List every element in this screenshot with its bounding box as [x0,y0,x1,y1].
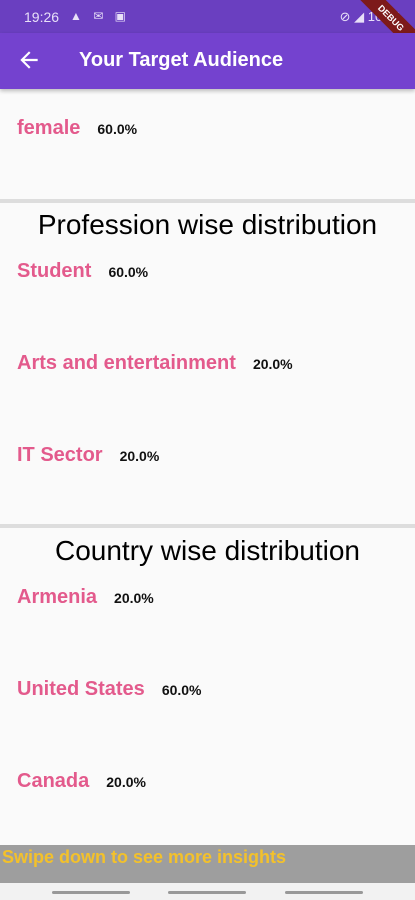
country-label: United States [17,678,145,700]
country-label: Canada [17,770,90,792]
profession-value: 60.0% [108,263,149,280]
swipe-hint-text: Swipe down to see more insights [2,847,287,867]
profession-section-title: Profession wise distribution [37,209,378,240]
profession-value: 20.0% [252,355,293,372]
status-bar: 19:26 ▲ ✉ ▣ ⊘ ◢ 100% DEBUG [0,0,415,60]
country-row-us: United States 60.0% [17,678,202,701]
country-row-armenia: Armenia 20.0% [17,586,154,609]
country-row-canada: Canada 20.0% [17,770,146,793]
country-value: 20.0% [114,589,154,606]
profession-row-arts: Arts and entertainment 20.0% [17,352,293,375]
page-title: Your Target Audience [79,49,284,71]
status-time: 19:26 [24,9,60,25]
section-divider [0,524,415,528]
arrow-back-icon[interactable] [16,47,42,73]
notification-icons: ▲ ✉ ▣ [70,9,130,23]
profession-row-student: Student 60.0% [17,260,148,283]
country-value: 20.0% [106,773,146,790]
country-label: Armenia [17,586,98,608]
profession-label: Student [17,260,92,282]
nav-back-button[interactable] [285,891,363,894]
nav-home-button[interactable] [168,891,246,894]
gender-row-female: female 60.0% [17,117,137,140]
section-divider [0,199,415,203]
app-bar: Your Target Audience [0,33,415,89]
country-value: 60.0% [161,681,202,698]
country-section-title: Country wise distribution [54,535,361,566]
system-nav-bar [0,883,415,900]
profession-row-it: IT Sector 20.0% [17,444,159,467]
swipe-hint-banner: Swipe down to see more insights [0,845,415,883]
profession-label: IT Sector [17,444,103,466]
profession-value: 20.0% [119,447,160,464]
gender-value: 60.0% [97,120,138,137]
nav-recents-button[interactable] [52,891,130,894]
profession-label: Arts and entertainment [17,352,236,374]
gender-label: female [17,117,81,139]
audience-content[interactable]: female 60.0% Profession wise distributio… [0,89,415,845]
